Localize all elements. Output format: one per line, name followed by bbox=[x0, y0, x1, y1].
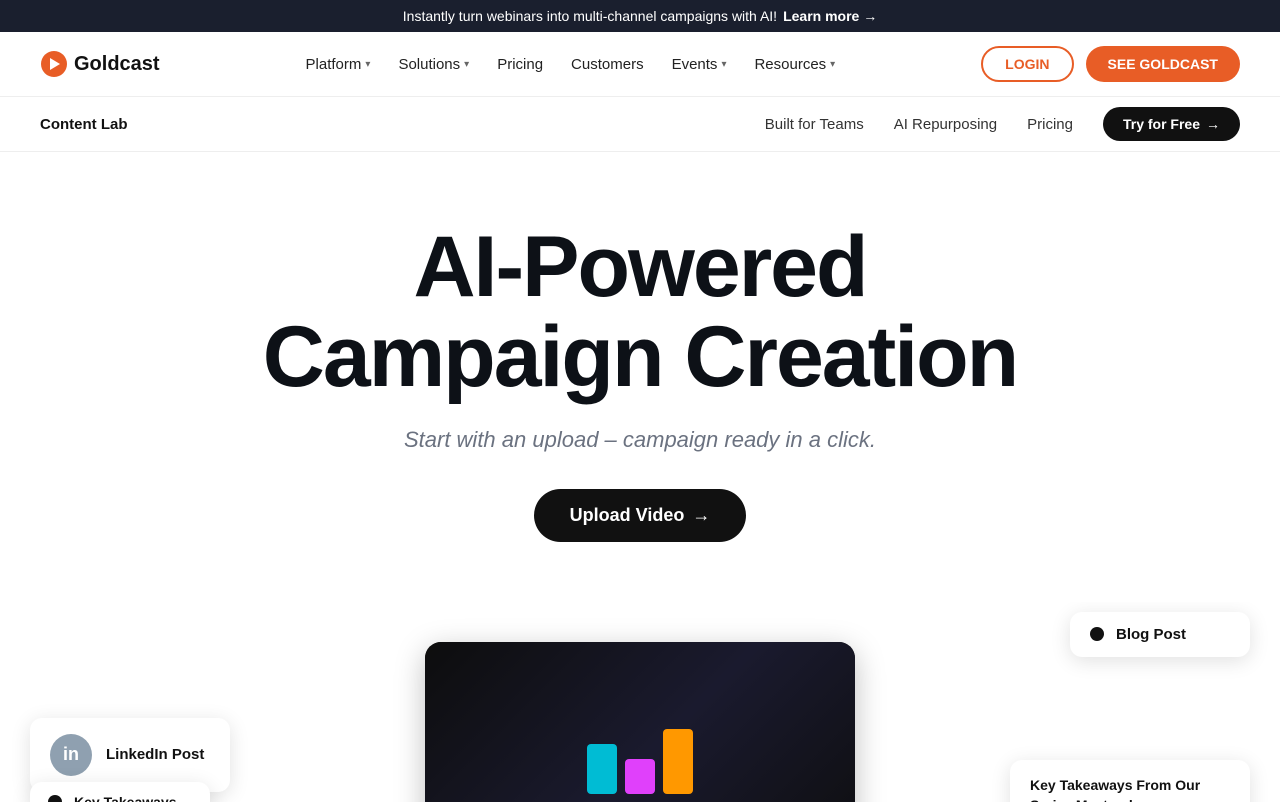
try-for-free-button[interactable]: Try for Free → bbox=[1103, 107, 1240, 141]
nav-links: Platform▾ Solutions▾ Pricing Customers E… bbox=[306, 56, 836, 73]
see-goldcast-button[interactable]: SEE GOLDCAST bbox=[1086, 46, 1240, 82]
content-lab-nav: Content Lab Built for Teams AI Repurposi… bbox=[0, 97, 1280, 152]
main-nav: Goldcast Platform▾ Solutions▾ Pricing Cu… bbox=[0, 32, 1280, 97]
cl-pricing[interactable]: Pricing bbox=[1027, 116, 1073, 133]
video-thumbnail: AISummit bbox=[425, 642, 855, 802]
nav-events[interactable]: Events▾ bbox=[672, 56, 727, 73]
chevron-down-icon: ▾ bbox=[365, 59, 370, 70]
blog-dot-icon bbox=[1090, 627, 1104, 641]
cl-built-for-teams[interactable]: Built for Teams bbox=[765, 116, 864, 133]
cl-ai-repurposing[interactable]: AI Repurposing bbox=[894, 116, 997, 133]
preview-area: in LinkedIn Post Blog Post AISummit ▶ CL… bbox=[0, 602, 1280, 802]
chevron-down-icon: ▾ bbox=[830, 59, 835, 70]
takeaway-dot-icon bbox=[48, 795, 62, 802]
takeaways-label: Key Takeaways bbox=[74, 794, 176, 802]
linkedin-post-card: in LinkedIn Post bbox=[30, 718, 230, 792]
nav-actions: LOGIN SEE GOLDCAST bbox=[981, 46, 1240, 82]
hero-section: AI-Powered Campaign Creation Start with … bbox=[0, 152, 1280, 572]
logo[interactable]: Goldcast bbox=[40, 50, 160, 78]
logo-text: Goldcast bbox=[74, 53, 160, 76]
key-takeaways-card: Key Takeaways bbox=[30, 782, 210, 802]
nav-customers[interactable]: Customers bbox=[571, 56, 644, 73]
avatar: in bbox=[50, 734, 92, 776]
content-lab-title: Content Lab bbox=[40, 116, 128, 133]
announcement-bar: Instantly turn webinars into multi-chann… bbox=[0, 0, 1280, 32]
nav-pricing[interactable]: Pricing bbox=[497, 56, 543, 73]
chevron-down-icon: ▾ bbox=[464, 59, 469, 70]
announcement-text: Instantly turn webinars into multi-chann… bbox=[403, 8, 777, 24]
login-button[interactable]: LOGIN bbox=[981, 46, 1073, 82]
hero-heading: AI-Powered Campaign Creation bbox=[190, 222, 1090, 403]
upload-video-button[interactable]: Upload Video → bbox=[534, 489, 747, 542]
hero-subheading: Start with an upload – campaign ready in… bbox=[40, 427, 1240, 453]
nav-resources[interactable]: Resources▾ bbox=[754, 56, 835, 73]
article-title: Key Takeaways From Our Series Masterclas… bbox=[1030, 776, 1230, 801]
linkedin-post-label: LinkedIn Post bbox=[106, 746, 204, 763]
blog-post-card: Blog Post bbox=[1070, 612, 1250, 657]
announcement-link[interactable]: Learn more → bbox=[783, 8, 877, 24]
logo-icon bbox=[40, 50, 68, 78]
nav-solutions[interactable]: Solutions▾ bbox=[398, 56, 469, 73]
article-card: Key Takeaways From Our Series Masterclas… bbox=[1010, 760, 1250, 801]
nav-platform[interactable]: Platform▾ bbox=[306, 56, 371, 73]
blog-post-label: Blog Post bbox=[1116, 626, 1186, 643]
content-lab-links: Built for Teams AI Repurposing Pricing T… bbox=[765, 107, 1240, 141]
chevron-down-icon: ▾ bbox=[721, 59, 726, 70]
